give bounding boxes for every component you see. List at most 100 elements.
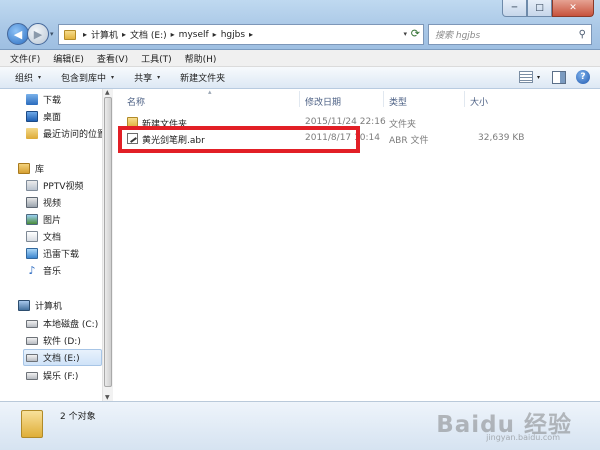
drive-icon [26, 319, 38, 328]
file-size: 32,639 KB [478, 133, 525, 143]
item-count: 2 个对象 [60, 412, 96, 422]
sidebar-item-drive-f[interactable]: 娱乐 (F:) [26, 369, 78, 382]
column-header-name[interactable]: 名称 [127, 95, 145, 108]
baidu-watermark-url: jingyan.baidu.com [486, 433, 560, 442]
sidebar-item-documents[interactable]: 文档 [26, 230, 61, 243]
breadcrumb-separator[interactable]: ▸ [171, 30, 175, 39]
organize-button[interactable]: 组织 ▾ [15, 71, 41, 84]
sidebar-item-downloads[interactable]: 下载 [26, 93, 61, 106]
share-button[interactable]: 共享 ▾ [134, 71, 160, 84]
column-header-size[interactable]: 大小 [470, 95, 488, 108]
music-icon: ♪ [28, 263, 36, 277]
menu-view[interactable]: 查看(V) [97, 52, 128, 65]
folder-icon [64, 29, 76, 40]
sidebar-item-label: 文档 (E:) [43, 354, 80, 364]
drive-icon [26, 353, 38, 362]
chevron-down-icon: ▾ [38, 74, 42, 81]
include-in-library-button[interactable]: 包含到库中 ▾ [61, 71, 114, 84]
sidebar-item-label: 桌面 [43, 113, 62, 123]
scroll-down-icon[interactable]: ▼ [105, 394, 110, 401]
sidebar-item-videos[interactable]: 视频 [26, 196, 61, 209]
forward-button[interactable]: ▶ [27, 23, 49, 45]
breadcrumb-separator[interactable]: ▸ [83, 30, 87, 39]
sidebar-item-label: 图片 [43, 216, 62, 226]
search-icon[interactable]: ⚲ [579, 29, 586, 40]
breadcrumb-separator[interactable]: ▸ [213, 30, 217, 39]
xunlei-download-icon [26, 248, 38, 259]
close-button[interactable]: ✕ [552, 0, 594, 17]
maximize-button[interactable]: □ [527, 0, 552, 17]
breadcrumb-hgjbs[interactable]: hgjbs [221, 30, 245, 40]
sidebar-item-label: 下载 [43, 96, 62, 106]
file-type: 文件夹 [389, 120, 417, 130]
documents-icon [26, 231, 38, 242]
breadcrumb-separator[interactable]: ▸ [249, 30, 253, 39]
sidebar-item-xunlei-download[interactable]: 迅雷下载 [26, 247, 79, 260]
sidebar-item-libraries[interactable]: 库 [18, 162, 44, 175]
menu-file[interactable]: 文件(F) [10, 52, 40, 65]
sidebar-item-drive-c[interactable]: 本地磁盘 (C:) [26, 317, 98, 330]
help-icon[interactable]: ? [576, 70, 590, 84]
video-icon [26, 197, 38, 208]
breadcrumb-drive-e[interactable]: 文档 (E:) [130, 28, 167, 41]
preview-pane-icon[interactable] [552, 70, 566, 84]
sidebar-item-pictures[interactable]: 图片 [26, 213, 61, 226]
breadcrumb-myself[interactable]: myself [179, 30, 209, 40]
caption-buttons: ─ □ ✕ [502, 0, 594, 18]
file-type: ABR 文件 [389, 136, 429, 146]
sidebar-item-label: 文档 [43, 233, 62, 243]
column-divider[interactable] [383, 91, 384, 107]
sidebar-item-label: 音乐 [43, 267, 62, 277]
sidebar-item-label: 最近访问的位置 [43, 130, 107, 140]
address-bar[interactable]: ▸ 计算机 ▸ 文档 (E:) ▸ myself ▸ hgjbs ▸ ▾ ⟳ [58, 24, 424, 45]
minimize-button[interactable]: ─ [502, 0, 527, 17]
search-box[interactable]: 搜索 hgjbs ⚲ [428, 24, 592, 45]
sidebar-item-drive-d[interactable]: 软件 (D:) [26, 334, 81, 347]
command-toolbar: 组织 ▾ 包含到库中 ▾ 共享 ▾ 新建文件夹 ▾ ? [0, 67, 600, 89]
sidebar-item-pptv-video[interactable]: PPTV视频 [26, 179, 84, 192]
recent-places-icon [26, 128, 38, 139]
column-divider[interactable] [464, 91, 465, 107]
navigation-scrollbar[interactable]: ▲ ▼ [102, 89, 113, 401]
view-controls: ▾ ? [518, 70, 590, 84]
sidebar-item-desktop[interactable]: 桌面 [26, 110, 61, 123]
column-header-modified[interactable]: 修改日期 [305, 95, 341, 108]
computer-icon [18, 300, 30, 311]
sidebar-item-drive-e[interactable]: 文档 (E:) [23, 349, 102, 366]
chevron-down-icon: ▾ [157, 74, 161, 81]
menu-tools[interactable]: 工具(T) [141, 52, 172, 65]
search-input[interactable]: 搜索 hgjbs [435, 28, 579, 41]
sidebar-item-label: 娱乐 (F:) [43, 372, 79, 382]
sidebar-item-music[interactable]: ♪ 音乐 [26, 264, 61, 277]
breadcrumb-computer[interactable]: 计算机 [91, 28, 118, 41]
new-folder-button[interactable]: 新建文件夹 [180, 71, 225, 84]
chevron-down-icon: ▾ [111, 74, 115, 81]
new-folder-label: 新建文件夹 [180, 74, 226, 84]
sidebar-item-computer[interactable]: 计算机 [18, 299, 62, 312]
menu-help[interactable]: 帮助(H) [185, 52, 217, 65]
pictures-icon [26, 214, 38, 225]
menu-edit[interactable]: 编辑(E) [53, 52, 84, 65]
highlight-annotation-box [118, 126, 360, 153]
library-icon [18, 163, 30, 174]
sidebar-item-label: 库 [35, 165, 45, 175]
column-header-type[interactable]: 类型 [389, 95, 407, 108]
details-pane: 2 个对象 Baidu 经验 jingyan.baidu.com [0, 401, 600, 450]
sidebar-item-label: 本地磁盘 (C:) [43, 320, 99, 330]
refresh-icon[interactable]: ⟳ [411, 27, 420, 40]
drive-icon [26, 371, 38, 380]
include-in-library-label: 包含到库中 [61, 74, 107, 84]
chevron-down-icon[interactable]: ▾ [537, 74, 540, 81]
sidebar-item-label: 迅雷下载 [43, 250, 80, 260]
scroll-up-icon[interactable]: ▲ [105, 89, 110, 96]
change-view-icon[interactable] [518, 71, 533, 83]
scrollbar-thumb[interactable] [104, 97, 112, 387]
recent-pages-dropdown[interactable]: ▾ [50, 30, 54, 38]
sidebar-item-recent-places[interactable]: 最近访问的位置 [26, 127, 106, 140]
sidebar-item-label: PPTV视频 [43, 182, 84, 192]
address-dropdown-button[interactable]: ▾ [403, 30, 407, 38]
column-divider[interactable] [299, 91, 300, 107]
back-button[interactable]: ◀ [7, 23, 29, 45]
breadcrumb-separator[interactable]: ▸ [122, 30, 126, 39]
share-label: 共享 [134, 74, 153, 84]
